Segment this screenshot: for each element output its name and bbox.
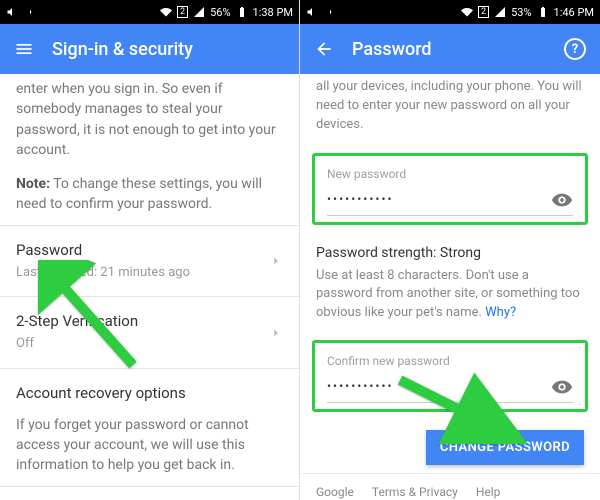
why-link[interactable]: Why? <box>485 305 516 320</box>
hamburger-icon[interactable] <box>14 39 34 59</box>
volume-icon <box>306 6 318 18</box>
strength-value: Strong <box>440 245 481 261</box>
screen-password: 2 53% 1:46 PM Password ? all your device… <box>300 0 600 500</box>
row-title: Password <box>16 240 269 262</box>
row-subtitle: Last changed: 21 minutes ago <box>16 264 269 283</box>
highlight-new-password: New password ••••••••••• <box>312 153 588 225</box>
section-account-recovery: Account recovery options <box>0 368 299 411</box>
content: all your devices, including your phone. … <box>300 74 600 500</box>
row-title: 2-Step Verification <box>16 311 269 333</box>
battery-text: 53% <box>511 6 531 19</box>
wifi-icon <box>461 6 473 18</box>
clock: 1:46 PM <box>554 6 594 19</box>
battery-icon <box>537 6 549 18</box>
signal-icon <box>494 6 506 18</box>
new-password-label: New password <box>327 166 573 183</box>
footer-links: Google Terms & Privacy Help <box>300 473 600 500</box>
signal-icon <box>193 6 205 18</box>
confirm-password-field[interactable]: ••••••••••• <box>327 378 543 395</box>
battery-text: 56% <box>210 6 230 19</box>
row-two-step[interactable]: 2-Step Verification Off <box>0 296 299 368</box>
vibrate-icon <box>323 6 335 18</box>
row-password[interactable]: Password Last changed: 21 minutes ago <box>0 225 299 297</box>
screen-signin-security: 2 56% 1:38 PM Sign-in & security enter w… <box>0 0 300 500</box>
status-bar: 2 53% 1:46 PM <box>300 0 600 24</box>
page-title: Sign-in & security <box>52 39 285 60</box>
visibility-icon[interactable] <box>551 376 573 398</box>
vibrate-icon <box>23 6 35 18</box>
chevron-right-icon <box>269 254 283 268</box>
app-bar: Password ? <box>300 24 600 74</box>
recovery-desc: If you forget your password or cannot ac… <box>0 411 299 486</box>
confirm-password-label: Confirm new password <box>327 353 573 370</box>
app-bar: Sign-in & security <box>0 24 299 74</box>
password-tip: Use at least 8 characters. Don't use a p… <box>316 267 584 322</box>
back-arrow-icon[interactable] <box>314 39 334 59</box>
clock: 1:38 PM <box>253 6 293 19</box>
battery-icon <box>236 6 248 18</box>
new-password-field[interactable]: ••••••••••• <box>327 191 543 208</box>
volume-icon <box>6 6 18 18</box>
sim-indicator: 2 <box>177 6 188 18</box>
highlight-confirm-password: Confirm new password ••••••••••• <box>312 340 588 412</box>
footer-help[interactable]: Help <box>476 484 501 500</box>
footer-terms[interactable]: Terms & Privacy <box>372 484 458 500</box>
password-desc: all your devices, including your phone. … <box>300 74 600 145</box>
status-bar: 2 56% 1:38 PM <box>0 0 299 24</box>
row-recovery-email[interactable]: Recovery email <box>0 486 299 500</box>
wifi-icon <box>160 6 172 18</box>
visibility-icon[interactable] <box>551 189 573 211</box>
help-icon[interactable]: ? <box>564 38 586 60</box>
change-password-button[interactable]: CHANGE PASSWORD <box>426 430 584 465</box>
sim-indicator: 2 <box>478 6 489 18</box>
intro-text: enter when you sign in. So even if someb… <box>0 74 299 225</box>
page-title: Password <box>352 39 546 60</box>
footer-google[interactable]: Google <box>316 484 354 500</box>
strength-block: Password strength: Strong Use at least 8… <box>300 233 600 332</box>
row-subtitle: Off <box>16 335 269 354</box>
chevron-right-icon <box>269 326 283 340</box>
content: enter when you sign in. So even if someb… <box>0 74 299 500</box>
